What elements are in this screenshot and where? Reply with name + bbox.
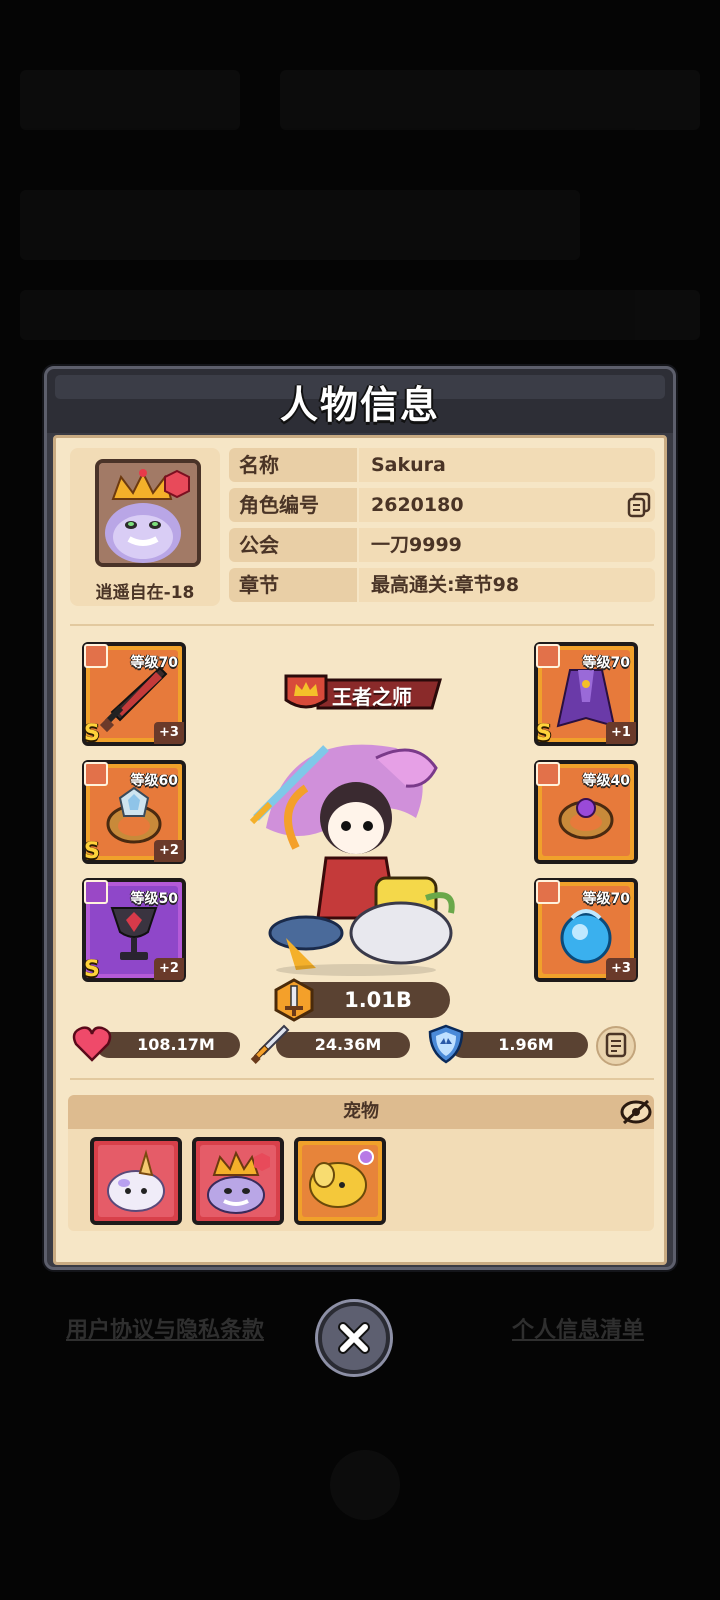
sword-attack-icon	[250, 1024, 290, 1064]
heart-icon	[72, 1026, 112, 1062]
amulet-slot-icon	[84, 880, 108, 904]
avatar-name: 逍遥自在-18	[95, 583, 195, 603]
hide-pets-button[interactable]	[620, 1097, 652, 1127]
divider	[70, 624, 654, 626]
info-value: 最高通关:章节98	[359, 568, 655, 602]
player-info-dialog: 人物信息 逍遥自在-18 名称 Sakura 角色编号 2620180 公会 一…	[44, 366, 676, 1270]
armor-slot-icon	[536, 644, 560, 668]
equip-plus: +1	[606, 722, 636, 744]
stat-hp-value: 108.17M	[137, 1035, 215, 1054]
equip-rank: S	[84, 839, 100, 864]
weapon-slot-icon	[84, 644, 108, 668]
pet-slot[interactable]	[294, 1137, 386, 1225]
equip-level: 等级50	[130, 891, 178, 907]
equip-plus: +3	[606, 958, 636, 980]
ring-slot-icon	[84, 762, 108, 786]
necklace-slot-icon	[536, 880, 560, 904]
info-key: 名称	[229, 448, 357, 482]
info-row-chapter: 章节 最高通关:章节98	[229, 568, 655, 602]
dialog-title: 人物信息	[279, 382, 440, 427]
personal-info-list-link[interactable]: 个人信息清单	[512, 1312, 644, 1344]
info-row-guild: 公会 一刀9999	[229, 528, 655, 562]
equip-slot-ring[interactable]: 等级60 S +2	[82, 760, 186, 864]
stat-defense-value: 1.96M	[498, 1035, 554, 1054]
hero-title: 王者之师	[332, 685, 412, 709]
combat-power: 1.01B	[274, 978, 450, 1022]
stat-defense: 1.96M	[428, 1024, 588, 1064]
game-screen: 人物信息 逍遥自在-18 名称 Sakura 角色编号 2620180 公会 一…	[0, 0, 720, 1600]
equip-level: 等级70	[582, 655, 630, 671]
king-slime-avatar-icon	[99, 463, 197, 563]
avatar-card[interactable]: 逍遥自在-18	[70, 448, 220, 606]
ring-slot-icon	[536, 762, 560, 786]
info-key: 角色编号	[229, 488, 357, 522]
info-row-name: 名称 Sakura	[229, 448, 655, 482]
eye-hidden-icon	[620, 1099, 652, 1125]
document-list-icon	[605, 1032, 627, 1058]
equip-slot-armor[interactable]: 等级70 S +1	[534, 642, 638, 746]
info-row-id: 角色编号 2620180	[229, 488, 655, 522]
dialog-panel: 逍遥自在-18 名称 Sakura 角色编号 2620180 公会 一刀9999…	[53, 435, 667, 1265]
user-agreement-link[interactable]: 用户协议与隐私条款	[66, 1312, 264, 1344]
equip-level: 等级40	[582, 773, 630, 789]
pets-title: 宠物	[343, 1101, 379, 1122]
close-button[interactable]	[318, 1302, 390, 1374]
gem-ring-icon	[558, 798, 614, 840]
info-value: 一刀9999	[359, 528, 655, 562]
equip-plus: +2	[154, 958, 184, 980]
pets-section-header: 宠物	[68, 1095, 654, 1129]
equip-level: 等级60	[130, 773, 178, 789]
equip-slot-gem-ring[interactable]: 等级40	[534, 760, 638, 864]
shield-icon	[428, 1024, 464, 1064]
equip-level: 等级70	[582, 891, 630, 907]
pets-list	[68, 1129, 654, 1231]
player-info-table: 名称 Sakura 角色编号 2620180 公会 一刀9999 章节 最高通关…	[229, 448, 655, 608]
equip-slot-amulet[interactable]: 等级50 S +2	[82, 878, 186, 982]
golden-creature-icon	[309, 1149, 374, 1208]
equip-slot-necklace[interactable]: 等级70 +3	[534, 878, 638, 982]
stat-attack-value: 24.36M	[314, 1035, 382, 1054]
combat-power-value: 1.01B	[344, 988, 412, 1012]
equip-rank: S	[536, 721, 552, 746]
stats-detail-button[interactable]	[596, 1026, 636, 1066]
close-icon	[338, 1322, 370, 1354]
unicorn-slime-icon	[107, 1149, 165, 1212]
info-key: 公会	[229, 528, 357, 562]
equip-plus: +2	[154, 840, 184, 862]
equip-level: 等级70	[130, 655, 178, 671]
info-value: Sakura	[359, 448, 655, 482]
info-value: 2620180	[359, 488, 655, 522]
equip-rank: S	[84, 957, 100, 982]
divider	[70, 1078, 654, 1080]
dialog-header: 人物信息	[47, 369, 673, 433]
equip-rank: S	[84, 721, 100, 746]
copy-icon	[627, 492, 651, 518]
copy-id-button[interactable]	[625, 491, 653, 519]
king-slime-pet-icon	[207, 1150, 270, 1214]
info-key: 章节	[229, 568, 357, 602]
power-sword-icon	[274, 978, 314, 1022]
hero-on-mount-icon	[249, 744, 455, 976]
avatar[interactable]	[95, 459, 201, 567]
pet-slot[interactable]	[192, 1137, 284, 1225]
equip-slot-weapon[interactable]: 等级70 S +3	[82, 642, 186, 746]
pet-slot[interactable]	[90, 1137, 182, 1225]
stat-hp: 108.17M	[72, 1026, 240, 1062]
equip-plus: +3	[154, 722, 184, 744]
stat-attack: 24.36M	[250, 1024, 410, 1064]
hero-character[interactable]	[226, 708, 466, 978]
